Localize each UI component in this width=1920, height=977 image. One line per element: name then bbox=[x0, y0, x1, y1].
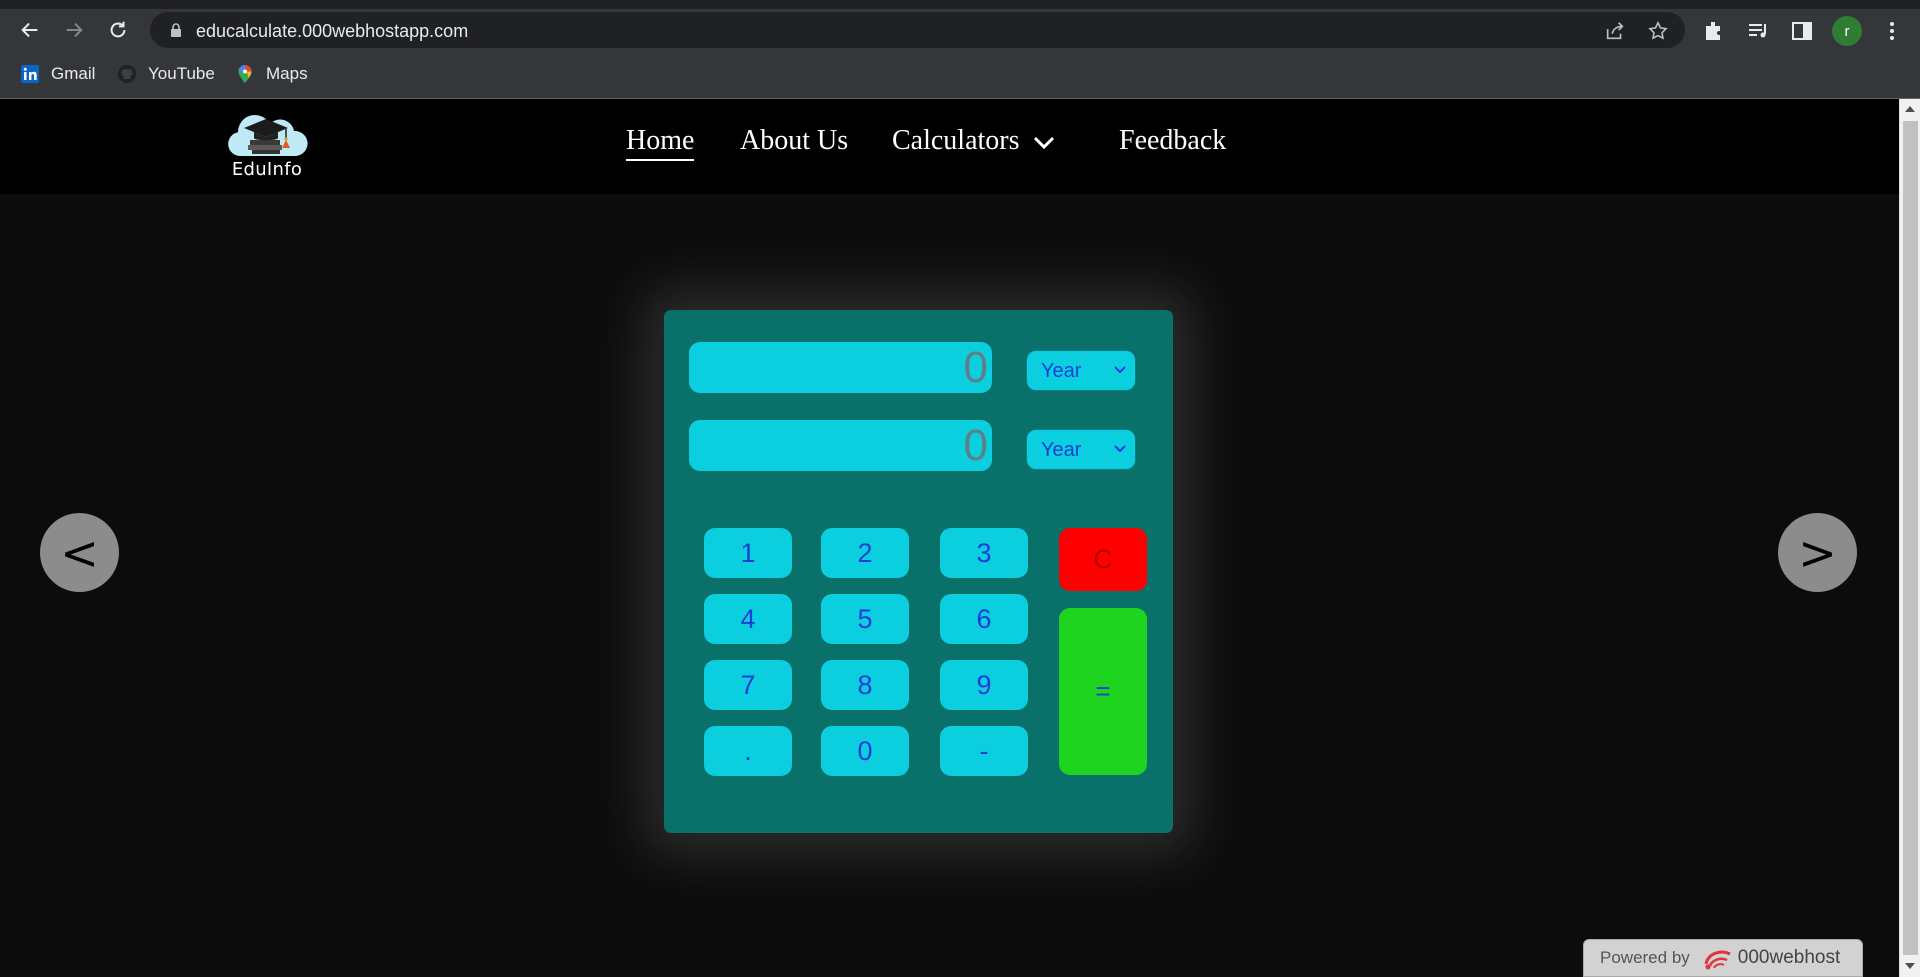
address-bar[interactable]: educalculate.000webhostapp.com bbox=[150, 12, 1685, 48]
extensions-puzzle-icon[interactable] bbox=[1702, 19, 1726, 43]
bookmark-gmail[interactable]: Gmail bbox=[20, 61, 95, 87]
calculator-panel: 0 Year 0 Year 1 2 3 4 5 6 7 8 9 . 0 - C … bbox=[664, 310, 1173, 833]
scroll-down-arrow-icon[interactable] bbox=[1905, 963, 1915, 969]
lock-icon bbox=[171, 23, 181, 37]
prev-slide-button[interactable]: < bbox=[40, 513, 119, 592]
nav-feedback-link[interactable]: Feedback bbox=[1119, 125, 1226, 157]
back-arrow-icon bbox=[21, 22, 38, 38]
nav-home-link[interactable]: Home bbox=[626, 125, 695, 161]
bookmark-maps[interactable]: Maps bbox=[235, 61, 308, 87]
url-text[interactable]: educalculate.000webhostapp.com bbox=[196, 21, 468, 42]
bookmark-label: Maps bbox=[266, 64, 308, 83]
bookmark-star-icon[interactable] bbox=[1647, 20, 1669, 42]
key-9[interactable]: 9 bbox=[940, 660, 1028, 710]
forward-button[interactable] bbox=[60, 16, 88, 44]
key-decimal[interactable]: . bbox=[704, 726, 792, 776]
page-scrollbar[interactable] bbox=[1899, 99, 1920, 977]
key-0[interactable]: 0 bbox=[821, 726, 909, 776]
back-button[interactable] bbox=[16, 16, 44, 44]
browser-toolbar: educalculate.000webhostapp.com r bbox=[0, 9, 1920, 51]
powered-by-brand: 000webhost bbox=[1737, 947, 1841, 968]
equals-button[interactable]: = bbox=[1059, 608, 1147, 775]
chevron-down-icon[interactable] bbox=[1032, 134, 1056, 152]
page-viewport: EduInfo Home About Us Calculators Feedba… bbox=[0, 99, 1899, 977]
nav-about-link[interactable]: About Us bbox=[740, 125, 848, 157]
to-value-input[interactable]: 0 bbox=[689, 420, 992, 471]
key-7[interactable]: 7 bbox=[704, 660, 792, 710]
key-3[interactable]: 3 bbox=[940, 528, 1028, 578]
key-minus[interactable]: - bbox=[940, 726, 1028, 776]
webhost-swirl-icon bbox=[1704, 950, 1731, 970]
profile-avatar[interactable]: r bbox=[1832, 16, 1862, 46]
scrollbar-thumb[interactable] bbox=[1903, 121, 1918, 955]
reload-button[interactable] bbox=[104, 16, 132, 44]
powered-by-badge[interactable]: Powered by 000webhost bbox=[1583, 939, 1863, 977]
site-navbar: EduInfo Home About Us Calculators Feedba… bbox=[0, 99, 1899, 194]
scroll-up-arrow-icon[interactable] bbox=[1905, 106, 1915, 112]
reload-icon bbox=[110, 21, 126, 38]
key-5[interactable]: 5 bbox=[821, 594, 909, 644]
key-6[interactable]: 6 bbox=[940, 594, 1028, 644]
from-unit-value: Year bbox=[1041, 360, 1082, 382]
bookmark-label: Gmail bbox=[51, 64, 96, 83]
from-unit-select[interactable]: Year bbox=[1026, 350, 1136, 391]
bookmarks-bar: Gmail YouTube Maps bbox=[0, 51, 1920, 97]
key-1[interactable]: 1 bbox=[704, 528, 792, 578]
clear-button[interactable]: C bbox=[1059, 528, 1147, 591]
linkedin-icon bbox=[20, 64, 40, 84]
key-8[interactable]: 8 bbox=[821, 660, 909, 710]
to-unit-value: Year bbox=[1041, 439, 1082, 461]
to-unit-select[interactable]: Year bbox=[1026, 429, 1136, 470]
tab-strip bbox=[0, 0, 1920, 9]
bookmark-label: YouTube bbox=[148, 64, 215, 83]
maps-pin-icon bbox=[235, 64, 255, 84]
browser-chrome: educalculate.000webhostapp.com r Gmail Y… bbox=[0, 0, 1920, 99]
side-panel-icon[interactable] bbox=[1790, 19, 1814, 43]
forward-arrow-icon bbox=[66, 22, 83, 38]
share-icon[interactable] bbox=[1604, 20, 1626, 42]
bookmark-youtube[interactable]: YouTube bbox=[117, 61, 215, 87]
media-playlist-icon[interactable] bbox=[1746, 19, 1770, 43]
cloud-graduation-cap-icon bbox=[228, 114, 308, 156]
key-4[interactable]: 4 bbox=[704, 594, 792, 644]
select-caret-icon bbox=[1114, 445, 1126, 453]
site-logo[interactable]: EduInfo bbox=[224, 111, 310, 181]
logo-text: EduInfo bbox=[231, 159, 303, 180]
kebab-menu-icon[interactable] bbox=[1880, 19, 1904, 43]
nav-calculators-link[interactable]: Calculators bbox=[892, 125, 1020, 157]
select-caret-icon bbox=[1114, 366, 1126, 374]
powered-by-text: Powered by bbox=[1600, 948, 1690, 967]
github-icon bbox=[117, 64, 137, 84]
next-slide-button[interactable]: > bbox=[1778, 513, 1857, 592]
from-value-input[interactable]: 0 bbox=[689, 342, 992, 393]
key-2[interactable]: 2 bbox=[821, 528, 909, 578]
